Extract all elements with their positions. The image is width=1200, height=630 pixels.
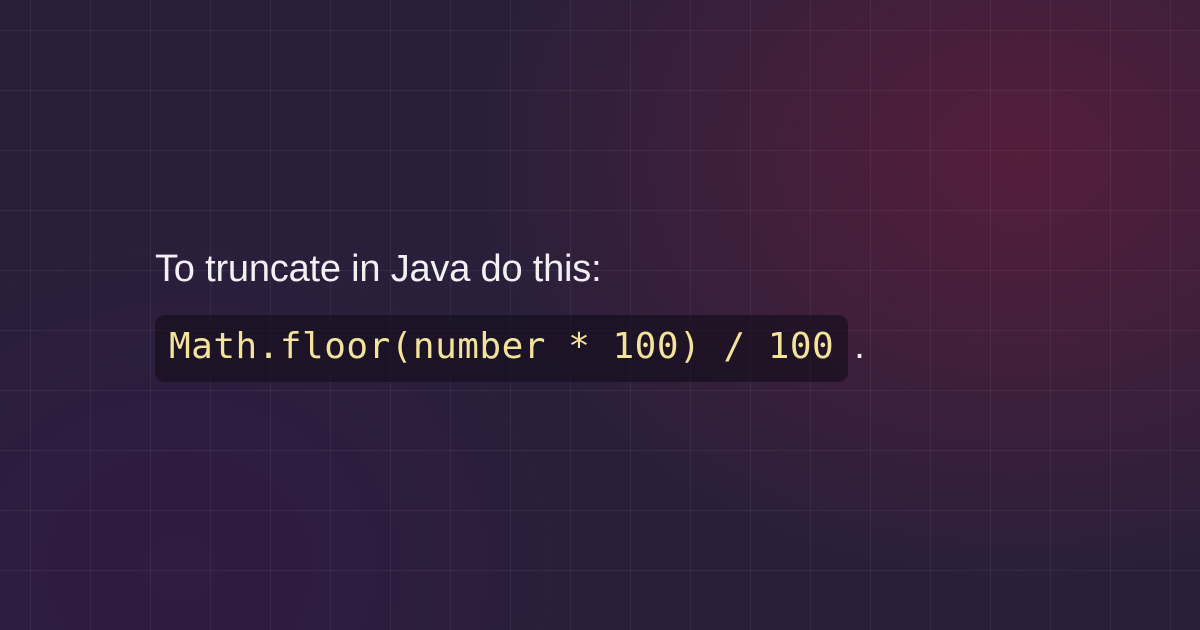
content-container: To truncate in Java do this: Math.floor(… (0, 0, 1200, 630)
inline-code-snippet: Math.floor(number * 100) / 100 (155, 315, 848, 381)
description-text: To truncate in Java do this: (155, 248, 1100, 291)
code-line: Math.floor(number * 100) / 100. (155, 315, 1100, 381)
trailing-period: . (854, 325, 865, 367)
